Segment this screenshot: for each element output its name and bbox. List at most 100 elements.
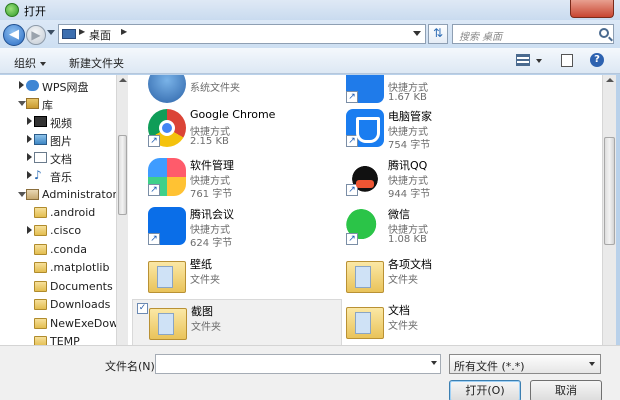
folder-icon bbox=[149, 308, 187, 340]
breadcrumb-arrow-icon[interactable]: ▶ bbox=[79, 27, 85, 36]
scrollbar-thumb[interactable] bbox=[604, 137, 615, 245]
expand-icon[interactable] bbox=[27, 226, 32, 234]
search-icon[interactable] bbox=[599, 28, 609, 38]
folder-icon bbox=[34, 207, 47, 218]
filetype-value: 所有文件 (*.*) bbox=[454, 360, 525, 373]
expand-icon[interactable] bbox=[27, 135, 32, 143]
nav-item-music[interactable]: ♪ 音乐 bbox=[0, 167, 116, 185]
refresh-button[interactable]: ⇅ bbox=[428, 24, 448, 44]
file-name: 壁纸 bbox=[190, 258, 212, 271]
help-button[interactable]: ? bbox=[590, 53, 604, 67]
nav-item-folder[interactable]: Downloads bbox=[0, 296, 116, 314]
nav-label: TEMP bbox=[50, 335, 80, 345]
filename-dropdown-icon[interactable] bbox=[431, 361, 437, 365]
folder-content-icon bbox=[158, 313, 174, 335]
organize-button[interactable]: 组织 bbox=[14, 55, 46, 71]
history-dropdown-icon[interactable] bbox=[47, 30, 55, 35]
preview-pane-icon[interactable] bbox=[561, 54, 573, 67]
nav-label: .matplotlib bbox=[50, 261, 110, 274]
wechat-icon: ↗ bbox=[346, 207, 384, 245]
filetype-select[interactable]: 所有文件 (*.*) bbox=[449, 354, 601, 374]
tencent-meeting-icon: ↗ bbox=[148, 207, 186, 245]
file-item[interactable]: 文档 文件夹 bbox=[330, 299, 540, 345]
nav-item-folder[interactable]: Documents bbox=[0, 278, 116, 296]
address-bar[interactable]: ▶ 桌面 ▶ bbox=[58, 24, 426, 44]
view-options-icon[interactable] bbox=[536, 59, 542, 63]
nav-item-folder[interactable]: .conda bbox=[0, 241, 116, 259]
file-type: 文件夹 bbox=[191, 322, 221, 333]
file-item[interactable]: ↗ 软件管理 快捷方式 761 字节 bbox=[132, 154, 342, 202]
expand-icon[interactable] bbox=[27, 153, 32, 161]
file-name: Google Chrome bbox=[190, 108, 276, 121]
file-item[interactable]: ↗ 快捷方式 1.67 KB bbox=[330, 75, 540, 109]
pictures-icon bbox=[34, 134, 47, 145]
folder-content-icon bbox=[355, 266, 371, 288]
navigation-scrollbar[interactable] bbox=[116, 75, 128, 345]
nav-item-videos[interactable]: 视频 bbox=[0, 113, 116, 131]
close-button[interactable] bbox=[570, 0, 614, 18]
system-icon bbox=[148, 75, 186, 103]
select-checkbox[interactable]: ✓ bbox=[137, 303, 148, 314]
organize-label: 组织 bbox=[14, 57, 36, 70]
expand-icon[interactable] bbox=[27, 171, 32, 179]
filename-input[interactable] bbox=[155, 354, 441, 374]
file-item[interactable]: 各项文档 文件夹 bbox=[330, 253, 540, 301]
file-item[interactable]: ↗ 微信 快捷方式 1.08 KB bbox=[330, 203, 540, 251]
address-dropdown-icon[interactable] bbox=[413, 31, 421, 36]
back-button[interactable]: ◀ bbox=[3, 24, 25, 46]
file-name: 腾讯QQ bbox=[388, 159, 428, 172]
shortcut-arrow-icon: ↗ bbox=[346, 135, 358, 147]
file-name: 电脑管家 bbox=[388, 110, 432, 123]
toolbar: 组织 新建文件夹 ? bbox=[0, 48, 620, 74]
file-item[interactable]: ↗ 腾讯会议 快捷方式 624 字节 bbox=[132, 203, 342, 251]
cancel-button[interactable]: 取消 bbox=[530, 380, 602, 400]
file-item[interactable]: 系统文件夹 bbox=[132, 75, 342, 109]
navigation-pane[interactable]: WPS网盘 库 视频 图片 文档 ♪ 音乐 Administrator .and… bbox=[0, 75, 116, 345]
nav-label: NewExeDown bbox=[50, 317, 116, 330]
view-icon[interactable] bbox=[516, 54, 530, 66]
file-type: 文件夹 bbox=[388, 321, 418, 332]
window-title: 打开 bbox=[24, 5, 46, 18]
file-item[interactable]: ↗ Google Chrome 快捷方式 2.15 KB bbox=[132, 105, 342, 153]
file-item-selected[interactable]: ✓ 截图 文件夹 bbox=[132, 299, 342, 345]
nav-item-folder[interactable]: NewExeDown bbox=[0, 315, 116, 333]
nav-item-folder[interactable]: .cisco bbox=[0, 222, 116, 240]
folder-icon bbox=[148, 261, 186, 293]
scroll-up-icon[interactable] bbox=[119, 78, 127, 82]
collapse-icon[interactable] bbox=[18, 101, 26, 106]
library-icon bbox=[26, 98, 39, 109]
nav-item-folder[interactable]: .android bbox=[0, 204, 116, 222]
file-size: 754 字节 bbox=[388, 140, 431, 151]
search-input[interactable]: 搜索 桌面 bbox=[452, 24, 614, 44]
expand-icon[interactable] bbox=[27, 117, 32, 125]
file-item[interactable]: ↗ 腾讯QQ 快捷方式 944 字节 bbox=[330, 154, 540, 202]
nav-item-folder[interactable]: .matplotlib bbox=[0, 259, 116, 277]
folder-icon bbox=[34, 262, 47, 273]
file-item[interactable]: ↗ 电脑管家 快捷方式 754 字节 bbox=[330, 105, 540, 153]
nav-item-wps[interactable]: WPS网盘 bbox=[0, 77, 116, 95]
nav-item-folder[interactable]: TEMP bbox=[0, 333, 116, 345]
collapse-icon[interactable] bbox=[18, 192, 26, 197]
chevron-down-icon bbox=[40, 62, 46, 66]
scrollbar-thumb[interactable] bbox=[118, 135, 127, 215]
expand-icon[interactable] bbox=[19, 81, 24, 89]
new-folder-button[interactable]: 新建文件夹 bbox=[69, 55, 124, 71]
file-type: 系统文件夹 bbox=[190, 83, 240, 94]
file-item[interactable]: 壁纸 文件夹 bbox=[132, 253, 342, 301]
nav-item-pictures[interactable]: 图片 bbox=[0, 131, 116, 149]
file-list-scrollbar[interactable] bbox=[602, 75, 616, 345]
scroll-up-icon[interactable] bbox=[606, 78, 614, 82]
breadcrumb-arrow-icon[interactable]: ▶ bbox=[121, 27, 127, 36]
file-size: 1.67 KB bbox=[388, 92, 427, 103]
file-list[interactable]: 系统文件夹 ↗ 快捷方式 1.67 KB ↗ Google Chrome 快捷方… bbox=[128, 75, 602, 345]
open-button[interactable]: 打开(O) bbox=[449, 380, 521, 400]
chevron-down-icon bbox=[589, 362, 595, 366]
nav-item-documents[interactable]: 文档 bbox=[0, 149, 116, 167]
forward-button[interactable]: ▶ bbox=[26, 25, 46, 45]
breadcrumb-location[interactable]: 桌面 bbox=[89, 27, 111, 43]
nav-item-administrator[interactable]: Administrator bbox=[0, 186, 116, 204]
shortcut-arrow-icon: ↗ bbox=[346, 233, 358, 245]
file-name: 文档 bbox=[388, 304, 410, 317]
file-name: 微信 bbox=[388, 208, 410, 221]
nav-item-library[interactable]: 库 bbox=[0, 95, 116, 113]
